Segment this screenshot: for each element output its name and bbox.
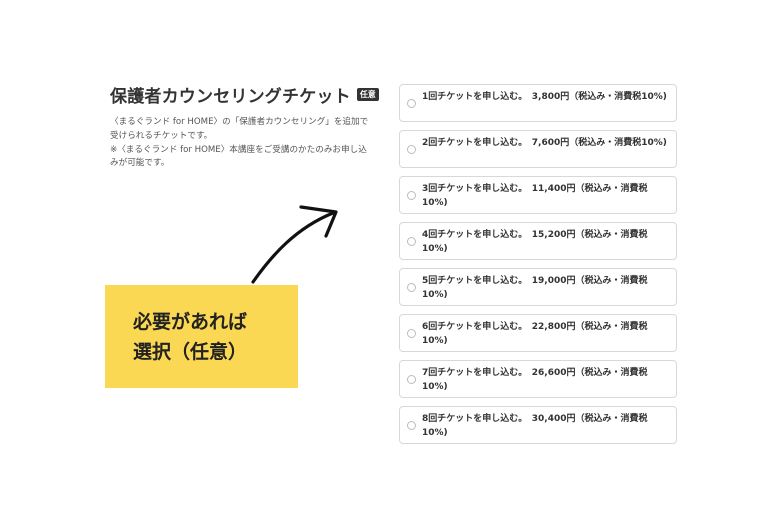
ticket-option-label: 1回チケットを申し込む。 3,800円（税込み・消費税10%) — [422, 92, 667, 102]
ticket-option-5[interactable]: 5回チケットを申し込む。 19,000円（税込み・消費税10%) — [399, 268, 677, 306]
ticket-option-6[interactable]: 6回チケットを申し込む。 22,800円（税込み・消費税10%) — [399, 314, 677, 352]
callout-box: 必要があれば 選択（任意） — [105, 285, 298, 388]
optional-badge: 任意 — [356, 88, 379, 101]
ticket-option-label: 7回チケットを申し込む。 26,600円（税込み・消費税10%) — [422, 368, 648, 392]
ticket-option-1[interactable]: 1回チケットを申し込む。 3,800円（税込み・消費税10%) — [399, 84, 677, 122]
description-note: ※〈まるぐランド for HOME〉本講座をご受講のかたのみお申し込みが可能です… — [110, 144, 367, 169]
ticket-option-2[interactable]: 2回チケットを申し込む。 7,600円（税込み・消費税10%) — [399, 130, 677, 168]
ticket-option-label: 8回チケットを申し込む。 30,400円（税込み・消費税10%) — [422, 414, 648, 438]
ticket-option-label: 4回チケットを申し込む。 15,200円（税込み・消費税10%) — [422, 230, 648, 254]
section-title: 保護者カウンセリングチケット — [110, 87, 351, 107]
section-description: 〈まるぐランド for HOME〉の「保護者カウンセリング」を追加で受けられるチ… — [110, 116, 375, 171]
ticket-option-8[interactable]: 8回チケットを申し込む。 30,400円（税込み・消費税10%) — [399, 406, 677, 444]
radio-unchecked-icon[interactable] — [407, 145, 416, 154]
callout-text: 必要があれば 選択（任意） — [133, 311, 248, 363]
ticket-option-label: 2回チケットを申し込む。 7,600円（税込み・消費税10%) — [422, 138, 667, 148]
radio-unchecked-icon[interactable] — [407, 191, 416, 200]
radio-unchecked-icon[interactable] — [407, 421, 416, 430]
radio-unchecked-icon[interactable] — [407, 375, 416, 384]
radio-unchecked-icon[interactable] — [407, 99, 416, 108]
radio-unchecked-icon[interactable] — [407, 237, 416, 246]
section-header: 保護者カウンセリングチケット 任意 — [110, 82, 379, 107]
radio-unchecked-icon[interactable] — [407, 283, 416, 292]
ticket-option-4[interactable]: 4回チケットを申し込む。 15,200円（税込み・消費税10%) — [399, 222, 677, 260]
ticket-option-label: 3回チケットを申し込む。 11,400円（税込み・消費税10%) — [422, 184, 648, 208]
ticket-option-7[interactable]: 7回チケットを申し込む。 26,600円（税込み・消費税10%) — [399, 360, 677, 398]
ticket-option-label: 5回チケットを申し込む。 19,000円（税込み・消費税10%) — [422, 276, 648, 300]
description-line: 〈まるぐランド for HOME〉の「保護者カウンセリング」を追加で受けられるチ… — [110, 117, 369, 141]
radio-unchecked-icon[interactable] — [407, 329, 416, 338]
ticket-option-3[interactable]: 3回チケットを申し込む。 11,400円（税込み・消費税10%) — [399, 176, 677, 214]
ticket-option-label: 6回チケットを申し込む。 22,800円（税込み・消費税10%) — [422, 322, 648, 346]
